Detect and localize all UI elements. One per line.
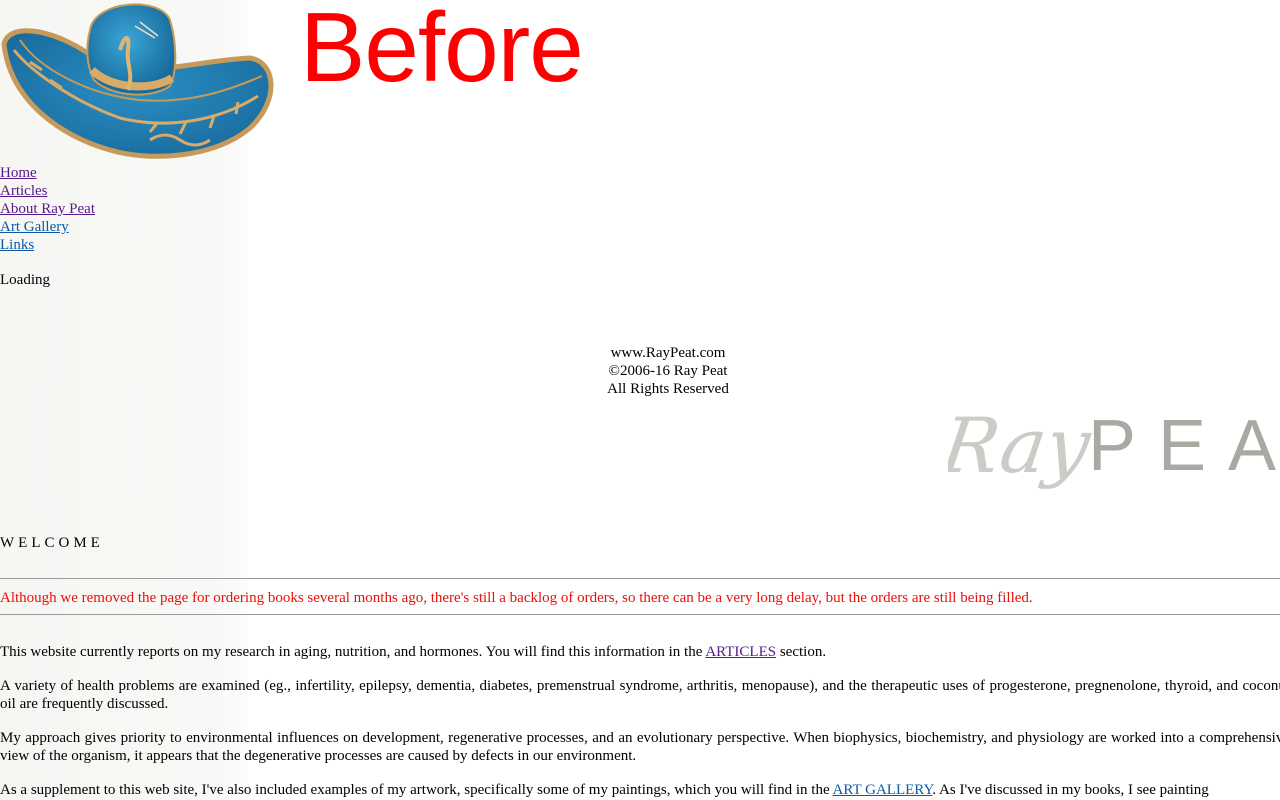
nav-link-home[interactable]: Home	[0, 164, 95, 182]
nav-link-art-gallery[interactable]: Art Gallery	[0, 218, 95, 236]
before-overlay-label: Before	[300, 0, 584, 102]
svg-text:PEA: PEA	[1088, 406, 1280, 486]
sombrero-logo-image	[1, 3, 274, 159]
intro-paragraph-1: This website currently reports on my res…	[0, 644, 827, 660]
intro-paragraph-3: My approach gives priority to environmen…	[0, 730, 1280, 764]
copyright-block: www.RayPeat.com ©2006-16 Ray Peat All Ri…	[560, 344, 776, 398]
intro-paragraph-2: A variety of health problems are examine…	[0, 678, 1280, 712]
articles-inline-link[interactable]: ARTICLES	[705, 644, 776, 660]
nav-link-articles[interactable]: Articles	[0, 182, 95, 200]
raypeat-wordmark-logo: Ray PEA	[948, 402, 1280, 491]
copyright-text: ©2006-16 Ray Peat	[608, 363, 728, 379]
loading-text: Loading	[0, 272, 50, 288]
welcome-heading: WELCOME	[0, 535, 104, 551]
nav-link-about[interactable]: About Ray Peat	[0, 200, 95, 218]
svg-text:Ray: Ray	[948, 402, 1096, 491]
divider-bottom	[0, 614, 1280, 615]
intro-paragraph-4: As a supplement to this web site, I've a…	[0, 782, 1209, 798]
rights-text: All Rights Reserved	[607, 381, 729, 397]
divider-top	[0, 578, 1280, 579]
sidebar-nav: Home Articles About Ray Peat Art Gallery…	[0, 164, 95, 254]
nav-link-links[interactable]: Links	[0, 236, 95, 254]
art-gallery-inline-link[interactable]: ART GALLERY	[833, 782, 933, 798]
order-backlog-notice: Although we removed the page for orderin…	[0, 590, 1033, 606]
site-url-text: www.RayPeat.com	[610, 345, 726, 361]
